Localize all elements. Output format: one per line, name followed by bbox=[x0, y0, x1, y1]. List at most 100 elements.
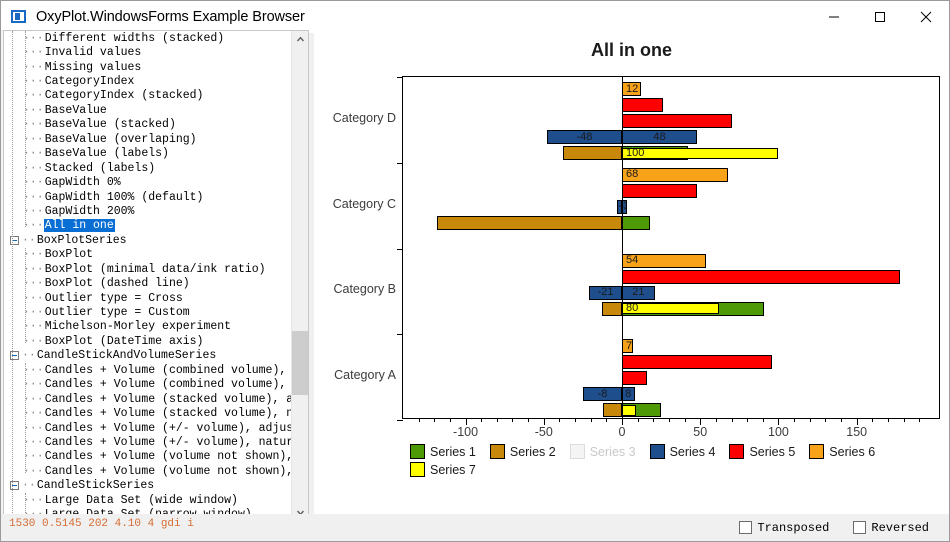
tree-item-15[interactable]: ··· BoxPlot bbox=[4, 248, 292, 262]
tree-item-0[interactable]: ··· Different widths (stacked) bbox=[4, 31, 292, 45]
minimize-button[interactable] bbox=[811, 1, 857, 33]
bar-value-label: 100 bbox=[626, 147, 645, 159]
x-axis-minor-tick bbox=[528, 418, 530, 422]
bar-series-5-category-a[interactable] bbox=[622, 371, 648, 386]
bar-series-5-category-c[interactable] bbox=[622, 183, 698, 198]
tree-item-13[interactable]: ··· All in one bbox=[4, 219, 292, 233]
tree-connector: ··· bbox=[23, 89, 44, 103]
bar-series-7-category-a[interactable] bbox=[622, 404, 637, 416]
bar-series-4-category-a[interactable]: -8 bbox=[582, 387, 622, 402]
tree-item-8[interactable]: ··· BaseValue (labels) bbox=[4, 147, 292, 161]
tree-item-2[interactable]: ··· Missing values bbox=[4, 60, 292, 74]
bar-series-6-category-c[interactable]: 68 bbox=[622, 167, 729, 182]
bar-series-5-category-d[interactable] bbox=[622, 98, 663, 112]
tree-item-16[interactable]: ··· BoxPlot (minimal data/ink ratio) bbox=[4, 262, 292, 276]
legend-item-series-5[interactable]: Series 5 bbox=[729, 444, 795, 459]
tree-item-32[interactable]: ··· Large Data Set (wide window) bbox=[4, 493, 292, 507]
tree-connector: ··· bbox=[23, 320, 44, 334]
tree-item-21[interactable]: ··· BoxPlot (DateTime axis) bbox=[4, 334, 292, 348]
tree-item-19[interactable]: ··· Outlier type = Custom bbox=[4, 305, 292, 319]
legend-item-series-7[interactable]: Series 7 bbox=[410, 462, 476, 477]
tree-item-6[interactable]: ··· BaseValue (stacked) bbox=[4, 118, 292, 132]
x-axis-minor-tick bbox=[590, 418, 592, 422]
x-axis-minor-tick bbox=[668, 418, 670, 422]
tree-scroll-area[interactable]: ··· Different widths (stacked) ··· Invalid … bbox=[4, 31, 292, 521]
legend-item-series-6[interactable]: Series 6 bbox=[809, 444, 875, 459]
legend-item-series-4[interactable]: Series 4 bbox=[649, 444, 715, 459]
bar-series-5-category-b[interactable] bbox=[622, 269, 901, 284]
tree-vertical-scrollbar[interactable] bbox=[291, 31, 308, 521]
bar-series-6-category-b[interactable]: 54 bbox=[622, 253, 707, 268]
x-axis-minor-tick bbox=[841, 418, 843, 422]
tree-item-label: Invalid values bbox=[44, 46, 142, 60]
tree-item-27[interactable]: ···Candles + Volume (+/- volume), adjust… bbox=[4, 421, 292, 435]
plot-area[interactable]: 12-484810010068-3354-2121807-88 Category… bbox=[333, 76, 940, 439]
legend-swatch bbox=[410, 444, 425, 459]
reversed-checkbox[interactable]: Reversed bbox=[853, 521, 929, 535]
maximize-button[interactable] bbox=[857, 1, 903, 33]
tree-item-1[interactable]: ··· Invalid values bbox=[4, 45, 292, 59]
bar-series-6-category-d[interactable]: 12 bbox=[622, 82, 641, 96]
bar-series-2-category-b[interactable] bbox=[601, 301, 622, 316]
tree-item-11[interactable]: ··· GapWidth 100% (default) bbox=[4, 190, 292, 204]
tree-item-9[interactable]: ··· Stacked (labels) bbox=[4, 161, 292, 175]
tree-item-17[interactable]: ··· BoxPlot (dashed line) bbox=[4, 276, 292, 290]
tree-vertical-scroll-thumb[interactable] bbox=[292, 331, 308, 395]
transposed-checkbox[interactable]: Transposed bbox=[739, 521, 829, 535]
bar-series-2-category-c[interactable] bbox=[437, 215, 622, 230]
bar-series-7-category-b[interactable]: 80 bbox=[622, 303, 719, 314]
tree-item-28[interactable]: ···Candles + Volume (+/- volume), natura… bbox=[4, 435, 292, 449]
bar-series-4-category-d[interactable]: 48 bbox=[622, 130, 698, 144]
x-axis-tick-label: 50 bbox=[693, 425, 708, 439]
bar-series-6-category-a[interactable]: 7 bbox=[622, 339, 633, 354]
bar-series-4-category-a[interactable]: 8 bbox=[622, 387, 635, 402]
bar-value-label: -48 bbox=[576, 130, 593, 143]
tree-item-23[interactable]: ···Candles + Volume (combined volume), a… bbox=[4, 363, 292, 377]
bar-series-2-category-a[interactable] bbox=[603, 403, 622, 418]
legend-item-series-1[interactable]: Series 1 bbox=[410, 444, 476, 459]
legend-item-series-2[interactable]: Series 2 bbox=[489, 444, 556, 459]
tree-item-10[interactable]: ··· GapWidth 0% bbox=[4, 175, 292, 189]
bar-series-1-category-c[interactable] bbox=[622, 215, 651, 230]
bar-series-2-category-d[interactable] bbox=[562, 146, 622, 160]
checkbox-box[interactable] bbox=[739, 521, 753, 534]
bar-series-5-category-d[interactable] bbox=[622, 114, 732, 128]
bar-series-4-category-c[interactable]: 3 bbox=[622, 199, 627, 214]
tree-item-label: Candles + Volume (volume not shown), nat… bbox=[44, 464, 292, 478]
tree-item-3[interactable]: ··· CategoryIndex bbox=[4, 74, 292, 88]
plot-panel[interactable]: All in one 12-484810010068-3354-2121807-… bbox=[314, 30, 949, 514]
tree-item-18[interactable]: ··· Outlier type = Cross bbox=[4, 291, 292, 305]
x-axis-minor-tick bbox=[559, 418, 561, 422]
tree-group-14[interactable]: ·· BoxPlotSeries bbox=[4, 233, 292, 247]
tree-item-26[interactable]: ···Candles + Volume (stacked volume), na… bbox=[4, 406, 292, 420]
tree-connector: ··· bbox=[23, 219, 44, 233]
bar-series-4-category-b[interactable]: -21 bbox=[589, 285, 622, 300]
bar-series-4-category-d[interactable]: -48 bbox=[546, 130, 622, 144]
tree-item-label: BaseValue (overlaping) bbox=[44, 132, 197, 146]
tree-item-7[interactable]: ··· BaseValue (overlaping) bbox=[4, 132, 292, 146]
bar-value-label: 80 bbox=[626, 303, 639, 314]
bar-value-label: 21 bbox=[632, 286, 645, 298]
x-axis-major-tick bbox=[856, 418, 858, 425]
tree-item-12[interactable]: ··· GapWidth 200% bbox=[4, 204, 292, 218]
tree-item-25[interactable]: ···Candles + Volume (stacked volume), ad… bbox=[4, 392, 292, 406]
bar-series-4-category-b[interactable]: 21 bbox=[622, 285, 655, 300]
checkbox-box[interactable] bbox=[853, 521, 867, 534]
tree-item-4[interactable]: ··· CategoryIndex (stacked) bbox=[4, 89, 292, 103]
close-button[interactable] bbox=[903, 1, 949, 33]
tree-item-20[interactable]: ··· Michelson-Morley experiment bbox=[4, 320, 292, 334]
tree-group-31[interactable]: ·· CandleStickSeries bbox=[4, 479, 292, 493]
tree-item-5[interactable]: ··· BaseValue bbox=[4, 103, 292, 117]
tree-item-24[interactable]: ···Candles + Volume (combined volume), n… bbox=[4, 378, 292, 392]
chevron-up-icon[interactable] bbox=[292, 31, 308, 48]
tree-guide-line bbox=[25, 31, 26, 228]
tree-item-29[interactable]: ··· Candles + Volume (volume not shown), … bbox=[4, 450, 292, 464]
tree-connector: ··· bbox=[23, 363, 44, 377]
tree-item-30[interactable]: ··· Candles + Volume (volume not shown), … bbox=[4, 464, 292, 478]
legend-label: Series 6 bbox=[829, 444, 876, 459]
bar-series-7-category-d[interactable]: 100 bbox=[622, 147, 779, 159]
legend-item-series-3[interactable]: Series 3 bbox=[569, 444, 636, 459]
tree-group-22[interactable]: ·· CandleStickAndVolumeSeries bbox=[4, 349, 292, 363]
tree-connector: ·· bbox=[22, 233, 36, 247]
bar-series-5-category-a[interactable] bbox=[622, 355, 773, 370]
